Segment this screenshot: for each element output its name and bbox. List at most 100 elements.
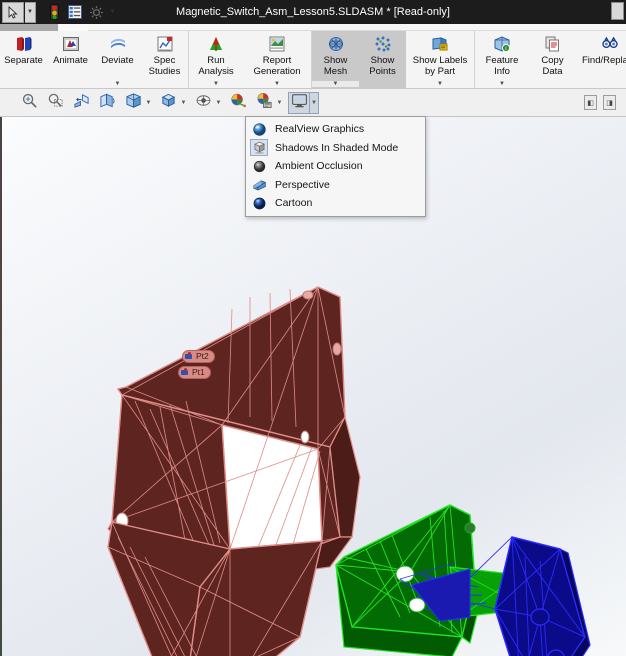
menu-item-cartoon[interactable]: Cartoon [246, 194, 425, 213]
menu-item-label: Shadows In Shaded Mode [275, 141, 399, 154]
ribbon-button-label: Feature Info [485, 55, 519, 77]
ribbon-button-animate[interactable]: Animate [47, 31, 94, 88]
menu-item-perspective[interactable]: Perspective [246, 176, 425, 195]
ribbon-button-label: Run Analysis [198, 55, 234, 77]
point-label-text: Pt2 [196, 351, 209, 361]
section-view-icon [125, 92, 142, 114]
point-label[interactable]: Pt1 [178, 366, 211, 379]
view-settings-dropdown-arrow[interactable]: ▼ [275, 92, 284, 114]
ribbon-button-deviate[interactable]: Deviate ▼ [94, 31, 141, 88]
cartoon-sphere-icon [250, 195, 268, 212]
ribbon-group-data-tools: iFeature Info▼ Copy Data Find/Replace Pr… [474, 31, 626, 88]
ribbon-button-run-analysis[interactable]: Run Analysis ▼ [189, 31, 243, 88]
display-style-button[interactable] [192, 92, 214, 114]
realview-sphere-icon [250, 121, 268, 138]
zoom-in-out-button[interactable] [70, 92, 92, 114]
select-cursor-button[interactable] [2, 1, 24, 23]
panel-toggles: ◧ ◨ [584, 95, 616, 110]
rotate-view-icon [99, 92, 116, 114]
menu-item-realview-graphics[interactable]: RealView Graphics [246, 120, 425, 139]
ribbon-button-separate[interactable]: Separate [0, 31, 47, 88]
ribbon-button-label: Show Labels by Part [412, 55, 468, 77]
menu-item-label: Perspective [275, 178, 330, 191]
hide-show-items-button[interactable] [288, 91, 310, 114]
tab-inactive-remnant[interactable] [58, 24, 88, 31]
apply-scene-button[interactable] [227, 92, 249, 114]
collapse-right-panel-button[interactable]: ◨ [603, 95, 616, 110]
ribbon-button-label: Find/Replace [582, 55, 626, 66]
hide-show-items-dropdown-arrow[interactable]: ▼ [310, 91, 319, 114]
chevron-down-icon[interactable]: ▼ [189, 81, 243, 87]
menu-item-label: RealView Graphics [275, 123, 365, 136]
chevron-down-icon[interactable]: ▼ [406, 81, 474, 87]
menu-item-ambient-occlusion[interactable]: Ambient Occlusion [246, 157, 425, 176]
ribbon-tab-strip [0, 24, 626, 31]
ribbon-button-show-labels-by-part[interactable]: Show Labels by Part ▼ [406, 31, 474, 88]
collapse-left-panel-button[interactable]: ◧ [584, 95, 597, 110]
section-view-dropdown-arrow[interactable]: ▼ [144, 92, 153, 114]
rotate-view-button[interactable] [96, 92, 118, 114]
ribbon-button-label: Show Points [369, 55, 396, 77]
menu-item-label: Cartoon [275, 197, 313, 210]
title-bar: ▼ ▼ Magnetic_Switch_Asm_Lesson5.SLDASM *… [0, 0, 626, 24]
ribbon-button-show-points[interactable]: Show Points [359, 31, 406, 88]
rebuild-status-button[interactable] [44, 2, 64, 23]
point-label-text: Pt1 [192, 367, 205, 377]
solidworks-window: ▼ ▼ Magnetic_Switch_Asm_Lesson5.SLDASM *… [0, 0, 626, 656]
ribbon-button-report-generation[interactable]: Report Generation ▼ [243, 31, 311, 88]
section-view-button[interactable] [122, 92, 144, 114]
window-control-button[interactable] [611, 2, 624, 20]
ribbon-button-find-replace[interactable]: Find/Replace [576, 31, 626, 88]
select-cursor-dropdown[interactable]: ▼ [25, 1, 36, 23]
view-settings-dropdown-menu[interactable]: RealView Graphics Shadows In Shaded Mode… [245, 116, 426, 217]
zoom-area-icon [47, 92, 64, 114]
tab-active-remnant[interactable] [0, 24, 58, 31]
spec-studies-icon [156, 34, 174, 54]
ribbon-button-label: Report Generation [253, 55, 301, 77]
apply-scene-icon [230, 92, 247, 114]
settings-button[interactable] [86, 2, 106, 23]
ribbon-button-feature-info[interactable]: i Feature Info ▼ [475, 31, 529, 88]
view-settings-button[interactable] [253, 92, 275, 114]
ribbon-button-label: Show Mesh [323, 55, 348, 77]
find-replace-icon [601, 34, 619, 54]
separate-icon [15, 34, 33, 54]
ribbon-button-show-mesh[interactable]: Show Mesh ▼ [312, 31, 359, 88]
zoom-in-out-icon [73, 92, 90, 114]
window-buttons [611, 2, 624, 20]
ribbon-button-copy-data[interactable]: Copy Data [529, 31, 576, 88]
monitor-icon [291, 92, 308, 114]
shadow-cube-icon [250, 139, 268, 157]
ribbon-button-label: Copy Data [541, 55, 564, 77]
chevron-down-icon[interactable]: ▼ [94, 81, 141, 87]
copy-data-icon [544, 34, 562, 54]
point-label[interactable]: Pt2 [182, 350, 215, 363]
perspective-wedge-icon [250, 176, 268, 193]
list-icon [68, 5, 82, 19]
view-orientation-dropdown-arrow[interactable]: ▼ [179, 92, 188, 114]
view-orientation-button[interactable] [157, 92, 179, 114]
zoom-fit-icon [21, 92, 38, 114]
feature-info-icon: i [493, 34, 511, 54]
chevron-down-icon[interactable]: ▼ [475, 81, 529, 87]
menu-item-label: Ambient Occlusion [275, 160, 363, 173]
options-list-button[interactable] [65, 2, 85, 23]
zoom-to-area-button[interactable] [44, 92, 66, 114]
show-mesh-icon [327, 34, 345, 54]
view-toolbar: ▼ ▼ ▼ ▼ ▼ ◧ ◨ [0, 89, 626, 117]
ribbon-button-spec-studies[interactable]: Spec Studies [141, 31, 188, 88]
point-marker-icon [181, 368, 190, 377]
traffic-light-icon [49, 4, 59, 20]
show-labels-icon [431, 34, 449, 54]
ribbon-button-label: Separate [4, 55, 43, 66]
chevron-down-icon[interactable]: ▼ [312, 81, 359, 87]
cursor-icon [8, 5, 18, 19]
chevron-down-icon[interactable]: ▼ [243, 81, 311, 87]
point-marker-icon [185, 352, 194, 361]
ambient-sphere-icon [250, 158, 268, 175]
menu-item-shadows-in-shaded-mode[interactable]: Shadows In Shaded Mode [246, 139, 425, 158]
display-style-dropdown-arrow[interactable]: ▼ [214, 92, 223, 114]
zoom-to-fit-button[interactable] [18, 92, 40, 114]
view-settings-icon [256, 92, 273, 114]
settings-dropdown[interactable]: ▼ [107, 2, 118, 23]
